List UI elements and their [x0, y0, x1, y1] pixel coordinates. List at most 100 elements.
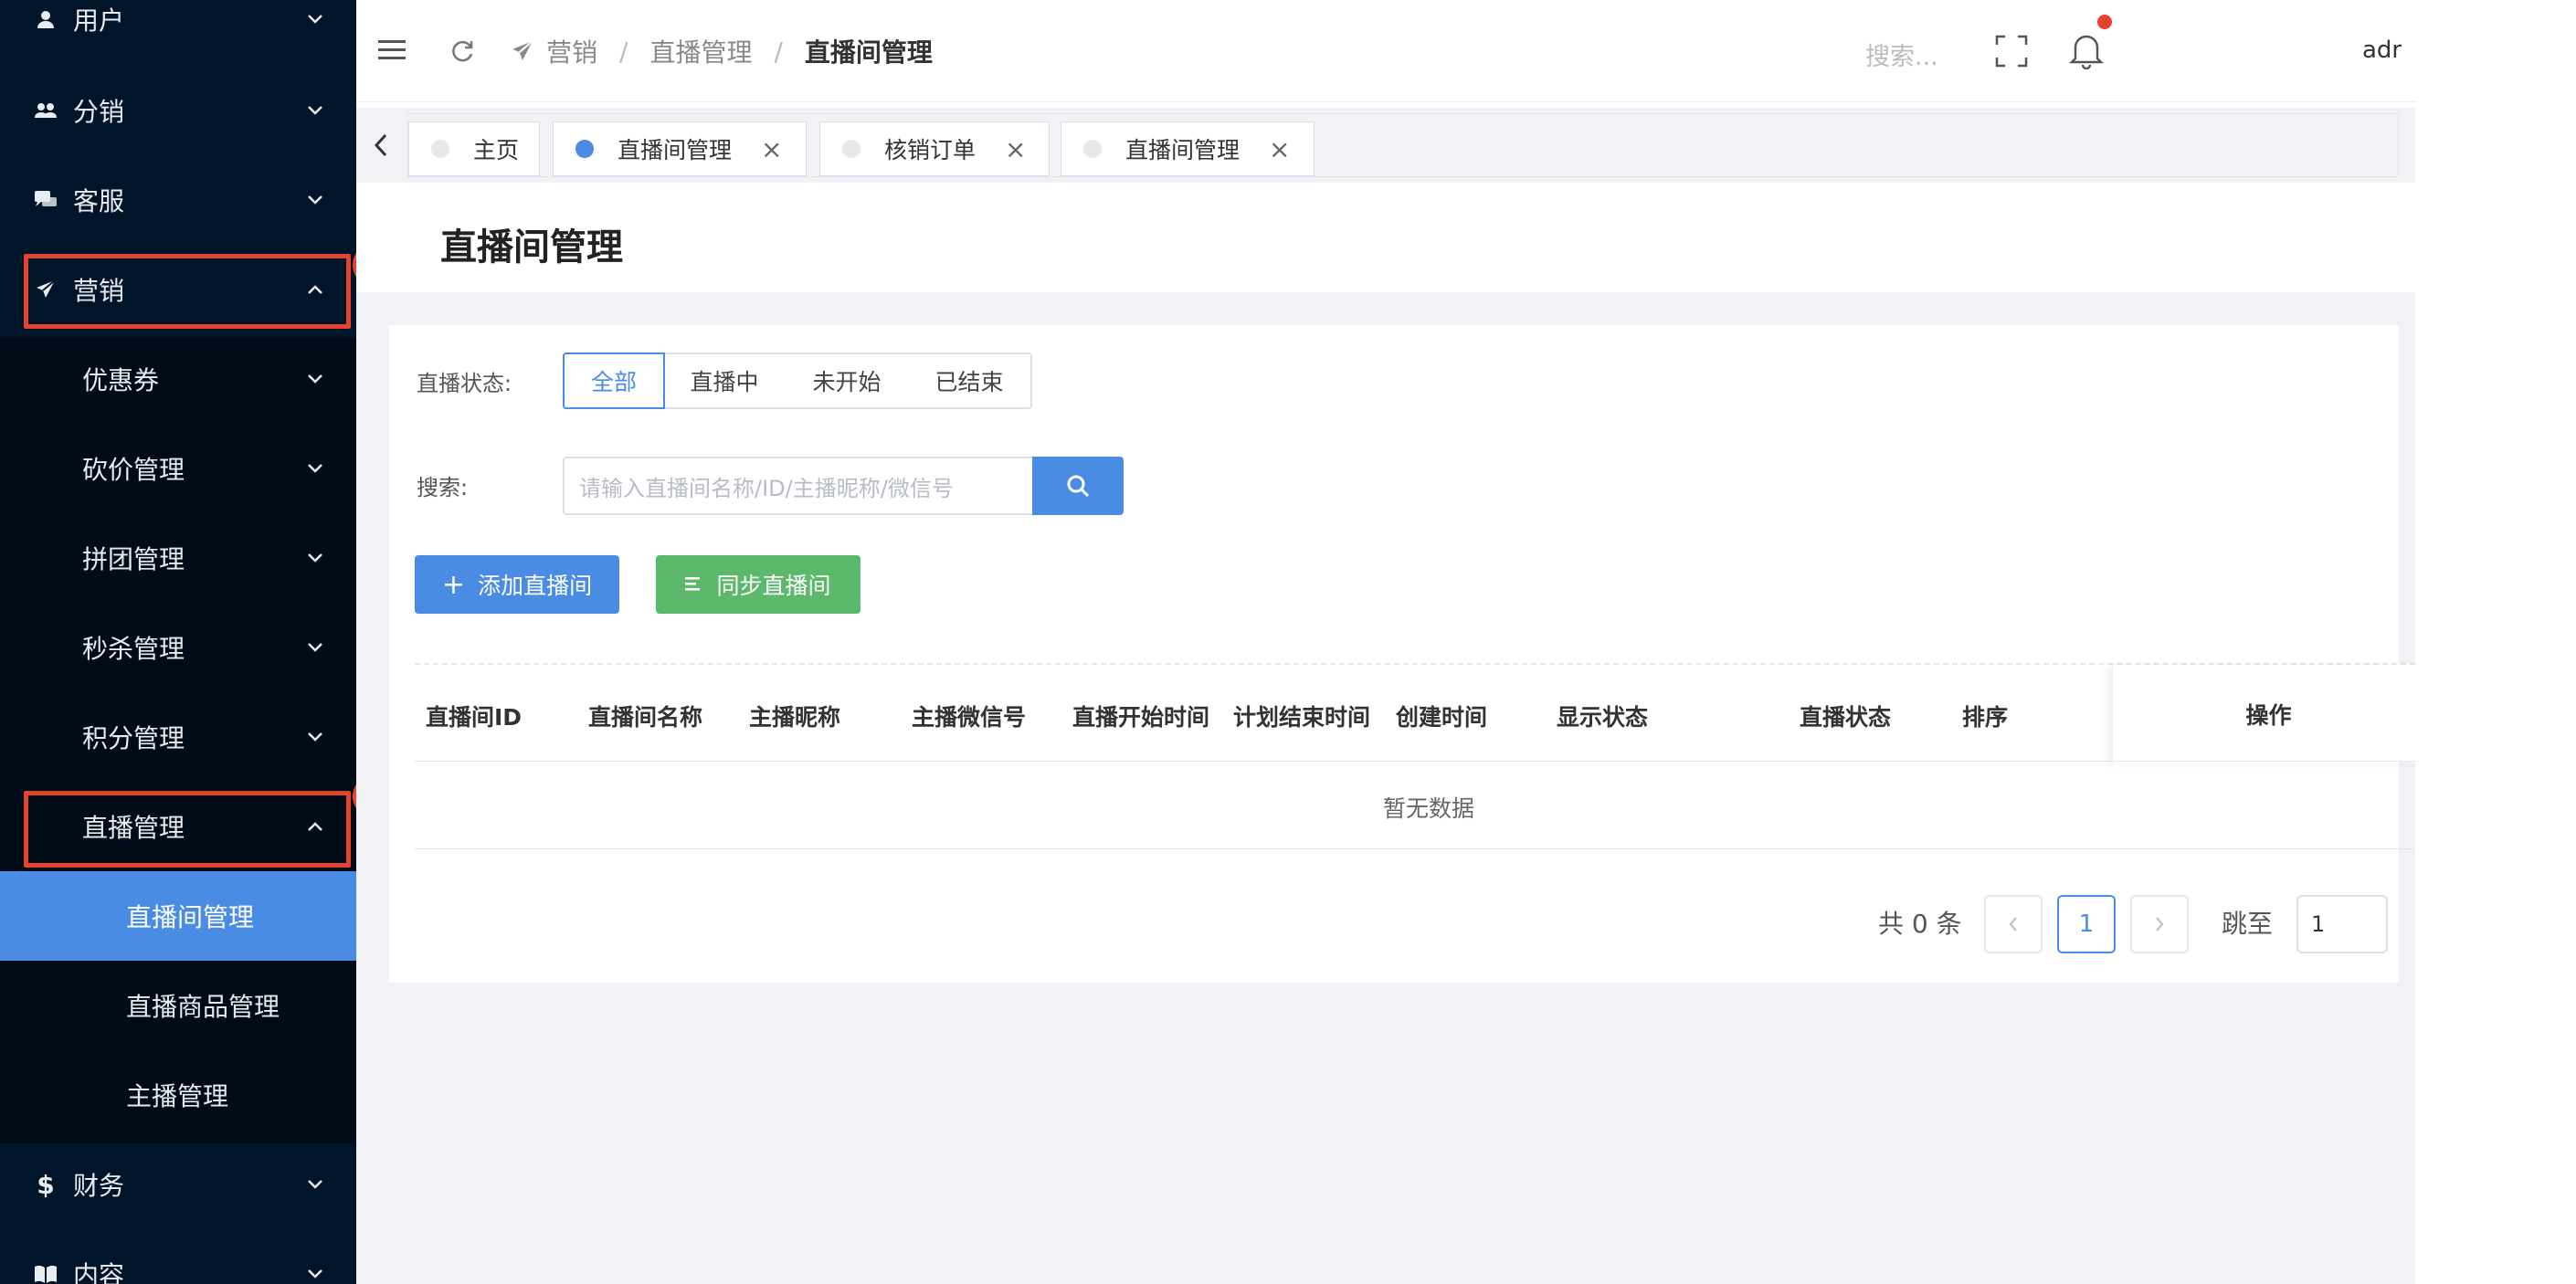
search-button[interactable] [1032, 457, 1124, 515]
chevron-left-icon[interactable] [373, 133, 389, 157]
tab-list: 主页 直播间管理 × 核销订单 × 直播间管理 × [407, 113, 2399, 177]
breadcrumb-separator: / [774, 36, 783, 67]
sidebar-item-label: 优惠券 [82, 365, 160, 395]
send-icon [512, 40, 533, 62]
column-header: 直播开始时间 [1072, 704, 1210, 731]
tab-status-dot [575, 140, 594, 158]
page-margin [2415, 0, 2576, 1284]
close-icon[interactable]: × [1005, 134, 1026, 164]
chevron-left-icon [2008, 915, 2019, 933]
tab-live-rooms-2[interactable]: 直播间管理 × [1061, 121, 1314, 176]
status-option-ended[interactable]: 已结束 [908, 353, 1032, 409]
notification-badge [2097, 15, 2112, 29]
status-option-all[interactable]: 全部 [563, 353, 665, 409]
tab-label: 直播间管理 [1125, 137, 1240, 163]
book-icon [35, 1263, 57, 1284]
sync-live-room-label: 同步直播间 [716, 573, 831, 599]
column-header: 直播间名称 [588, 704, 703, 731]
sidebar-item-users[interactable]: 用户 [0, 0, 356, 64]
search-label: 搜索: [417, 475, 469, 500]
sidebar-item-bargain[interactable]: 砍价管理 [0, 424, 356, 513]
tab-label: 主页 [473, 137, 520, 163]
pagination-page[interactable]: 1 [2057, 895, 2116, 953]
pagination-prev-button[interactable] [1984, 895, 2043, 953]
list-icon [685, 575, 703, 594]
breadcrumb: 营销 / 直播管理 / 直播间管理 [512, 33, 933, 69]
search-input[interactable]: 请输入直播间名称/ID/主播昵称/微信号 [563, 457, 1032, 515]
sidebar-item-points[interactable]: 积分管理 [0, 692, 356, 782]
sidebar-item-flash-sale[interactable]: 秒杀管理 [0, 603, 356, 692]
main-content: 营销 / 直播管理 / 直播间管理 搜索... adr 主页 直播间管理 × 核… [356, 0, 2415, 1284]
column-header: 显示状态 [1557, 704, 1649, 731]
add-live-room-button[interactable]: + 添加直播间 [415, 555, 619, 614]
users-group-icon [35, 100, 57, 121]
status-option-not-started[interactable]: 未开始 [786, 353, 910, 409]
column-header: 排序 [1962, 704, 2009, 731]
bell-icon[interactable] [2068, 31, 2105, 69]
close-icon[interactable]: × [1269, 134, 1290, 164]
sidebar-item-service[interactable]: 客服 [0, 155, 356, 245]
close-icon[interactable]: × [761, 134, 782, 164]
refresh-icon[interactable] [449, 38, 475, 64]
annotation-highlight-live [24, 791, 351, 868]
pagination-jump-label: 跳至 [2222, 909, 2274, 939]
table-header: 直播间ID 直播间名称 主播昵称 主播微信号 直播开始时间 计划结束时间 创建时… [415, 663, 2424, 763]
tab-status-dot [1083, 140, 1102, 158]
column-header: 主播微信号 [912, 704, 1027, 731]
sidebar-item-label: 拼团管理 [82, 544, 185, 574]
chevron-down-icon [305, 190, 325, 210]
pagination-jump-input[interactable]: 1 [2296, 895, 2388, 953]
fullscreen-icon[interactable] [1995, 35, 2028, 68]
breadcrumb-current: 直播间管理 [804, 37, 933, 68]
sidebar-item-label: 砍价管理 [82, 455, 185, 485]
chevron-down-icon [305, 548, 325, 568]
tab-verify-orders[interactable]: 核销订单 × [819, 121, 1050, 176]
sidebar-item-live-rooms[interactable]: 直播间管理 [0, 871, 356, 961]
pagination-next-button[interactable] [2130, 895, 2189, 953]
sidebar-item-label: 内容 [73, 1260, 125, 1284]
tab-status-dot [842, 140, 860, 158]
tab-label: 核销订单 [884, 137, 977, 163]
tab-home[interactable]: 主页 [408, 121, 540, 176]
status-option-live[interactable]: 直播中 [663, 353, 787, 409]
sidebar-item-label: 直播间管理 [126, 902, 255, 932]
column-header-actions: 操作 [2112, 665, 2424, 763]
page-header: 直播间管理 [356, 183, 2415, 292]
content-card [389, 325, 2399, 983]
sidebar-item-distribution[interactable]: 分销 [0, 66, 356, 155]
column-header: 直播状态 [1800, 704, 1892, 731]
table-empty-row: 暂无数据 [415, 762, 2424, 849]
pagination-total: 共 0 条 [1878, 909, 1962, 939]
breadcrumb-item[interactable]: 直播管理 [649, 33, 752, 69]
annotation-highlight-marketing [24, 254, 351, 329]
plus-icon: + [441, 568, 466, 601]
tab-label: 直播间管理 [618, 137, 733, 163]
header-search-input[interactable]: 搜索... [1865, 37, 1938, 72]
empty-text: 暂无数据 [1383, 795, 1475, 822]
username[interactable]: adr [2362, 37, 2402, 64]
page-title: 直播间管理 [440, 226, 623, 268]
chevron-down-icon [305, 458, 325, 479]
breadcrumb-item[interactable]: 营销 [546, 33, 597, 69]
sidebar-item-label: 直播商品管理 [126, 992, 280, 1022]
tab-live-rooms[interactable]: 直播间管理 × [553, 121, 807, 176]
sync-live-room-button[interactable]: 同步直播间 [656, 555, 860, 614]
chevron-down-icon [305, 369, 325, 389]
sidebar-item-finance[interactable]: $ 财务 [0, 1140, 356, 1229]
sidebar-item-label: 用户 [73, 5, 125, 36]
sidebar-item-label: 财务 [73, 1171, 125, 1201]
sidebar-item-group-buy[interactable]: 拼团管理 [0, 513, 356, 603]
sidebar: 用户 分销 客服 营销 优惠券 砍价管理 拼团管理 秒杀管理 积分管理 直播管理… [0, 0, 356, 1284]
sidebar-item-label: 秒杀管理 [82, 634, 185, 664]
chevron-down-icon [305, 9, 325, 29]
sidebar-item-coupons[interactable]: 优惠券 [0, 334, 356, 424]
sidebar-item-content[interactable]: 内容 [0, 1229, 356, 1284]
search-icon [1065, 473, 1091, 499]
sidebar-item-anchors[interactable]: 主播管理 [0, 1050, 356, 1140]
hamburger-menu-icon[interactable] [378, 38, 407, 62]
add-live-room-label: 添加直播间 [478, 573, 593, 599]
sidebar-item-live-goods[interactable]: 直播商品管理 [0, 961, 356, 1050]
column-header: 计划结束时间 [1233, 704, 1371, 731]
column-header: 直播间ID [426, 704, 523, 731]
chevron-down-icon [305, 1264, 325, 1284]
